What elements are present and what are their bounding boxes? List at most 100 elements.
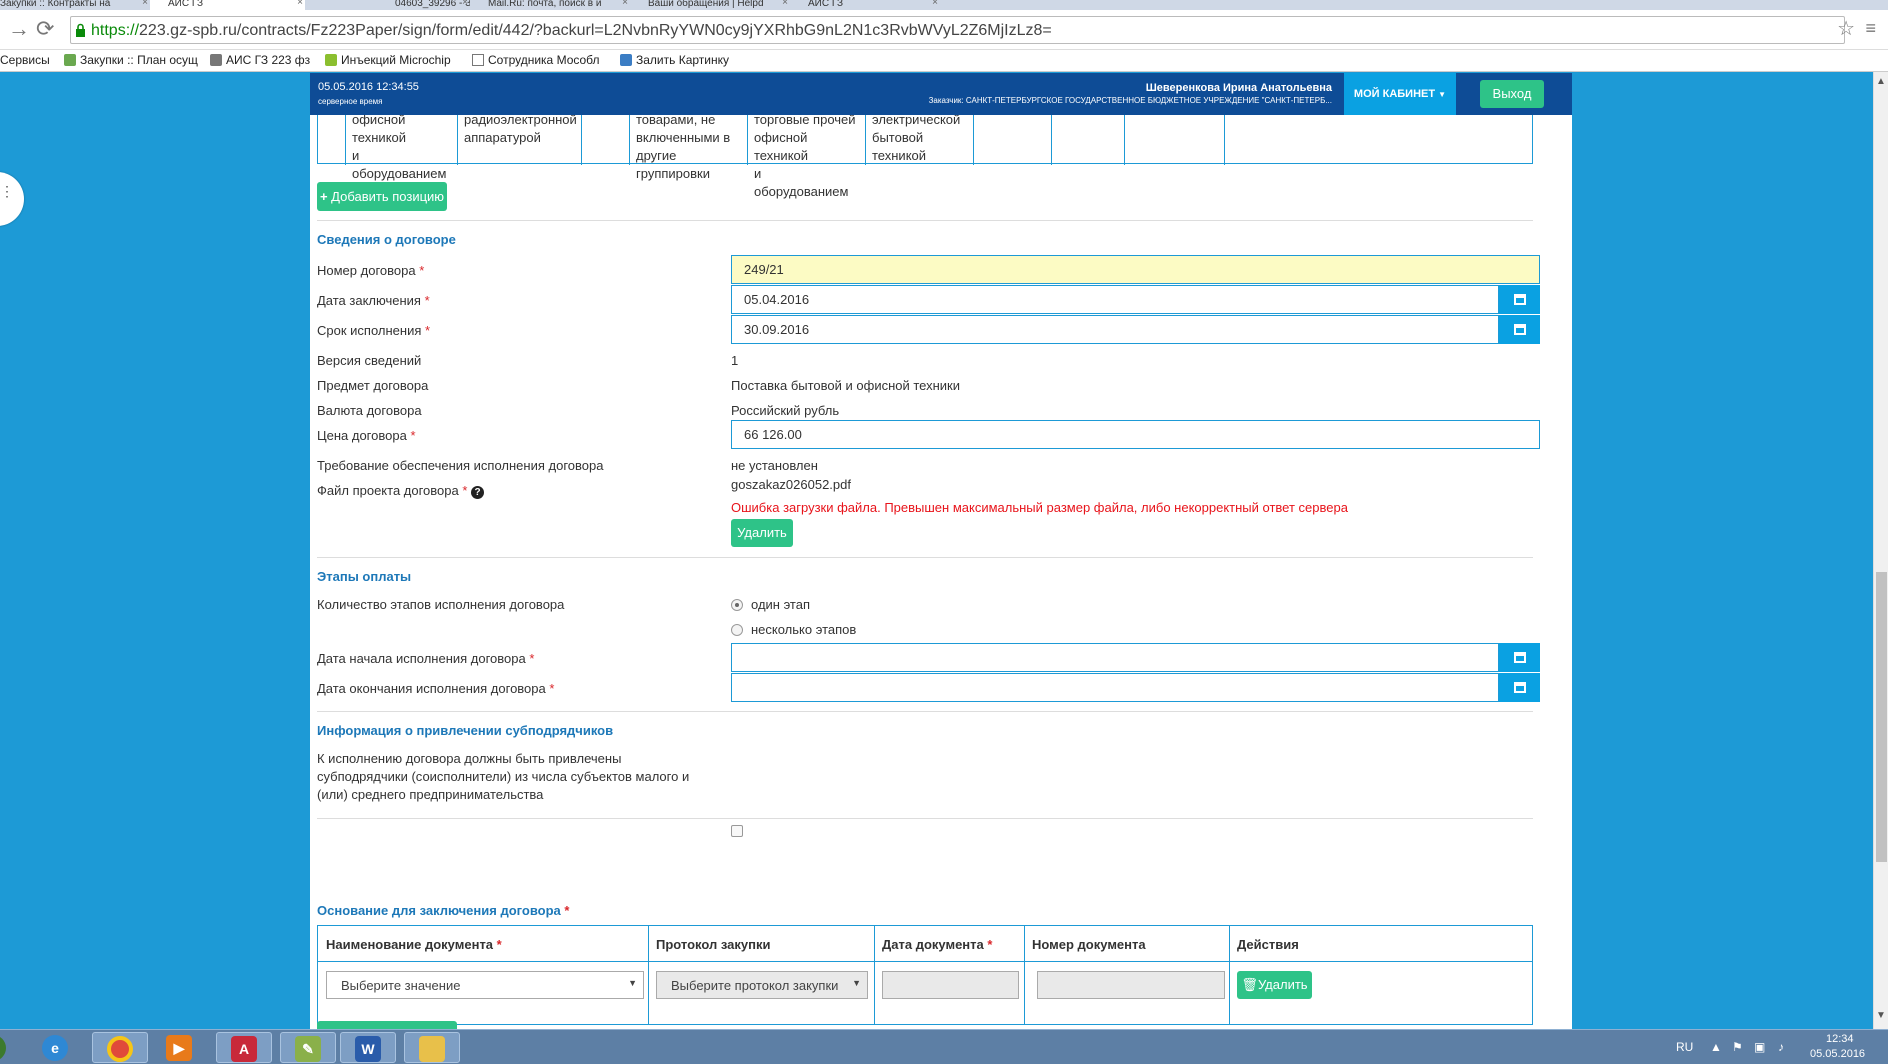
browser-tab[interactable]: Mail.Ru: почта, поиск в и × <box>470 0 630 10</box>
protocol-select[interactable]: Выберите протокол закупки ▼ <box>656 971 868 999</box>
calendar-button[interactable] <box>1499 673 1540 702</box>
currency-label: Валюта договора <box>317 403 422 418</box>
bookmark-item[interactable]: Инъекций Microchip <box>325 53 451 67</box>
start-date-input[interactable] <box>731 643 1499 672</box>
calendar-button[interactable] <box>1499 643 1540 672</box>
help-icon[interactable]: ? <box>471 486 485 499</box>
browser-tab-bar: Закупки :: Контракты на × АИС ГЗ × 04603_3… <box>0 0 1888 10</box>
section-title-subcontractors: Информация о привлечении субподрядчиков <box>317 723 614 738</box>
document-number-input[interactable] <box>1037 971 1225 999</box>
taskbar-media[interactable]: ▶ <box>152 1032 208 1063</box>
flag-icon[interactable]: ⚑ <box>1732 1040 1743 1054</box>
browser-tab[interactable]: Закупки :: Контракты на × <box>0 0 150 10</box>
delete-row-button[interactable]: 🗑Удалить <box>1237 971 1312 999</box>
close-icon[interactable]: × <box>932 0 938 8</box>
bookmark-item[interactable]: Сервисы <box>0 53 50 67</box>
end-date-input[interactable] <box>731 673 1499 702</box>
close-icon[interactable]: × <box>782 0 788 8</box>
taskbar-chrome[interactable] <box>92 1032 148 1063</box>
windows-icon <box>0 1035 6 1061</box>
more-icon[interactable]: ⋮ <box>0 183 14 200</box>
document-date-input[interactable] <box>882 971 1019 999</box>
delete-file-button[interactable]: Удалить <box>731 519 793 547</box>
column-divider <box>648 926 649 1024</box>
header-divider <box>318 961 1532 962</box>
my-cabinet-label: МОЙ КАБИНЕТ <box>1353 88 1436 100</box>
caret-down-icon: ▼ <box>852 978 861 988</box>
add-position-button[interactable]: + Добавить позицию <box>317 182 447 211</box>
clock-date[interactable]: 05.05.2016 <box>1810 1048 1865 1060</box>
table-cell: торговые прочей офисной техникой и обору… <box>748 115 866 199</box>
close-icon[interactable]: × <box>622 0 628 8</box>
logout-button[interactable]: Выход <box>1480 80 1544 108</box>
execution-term-input[interactable]: 30.09.2016 <box>731 315 1499 344</box>
subcontractors-checkbox[interactable] <box>731 825 743 837</box>
page-scrollbar[interactable]: ▲ ▼ <box>1873 72 1888 1029</box>
tab-title: 04603_39296 - Заливка у <box>395 0 470 9</box>
taskbar-tool[interactable]: ✎ <box>280 1032 336 1063</box>
table-cell: радиоэлектронной аппаратурой <box>458 115 582 165</box>
add-basis-button[interactable] <box>317 1021 457 1029</box>
radio-one-stage[interactable] <box>731 599 743 611</box>
table-cell: электрической бытовой техникой <box>866 115 974 165</box>
server-time: 05.05.2016 12:34:55 <box>318 81 419 93</box>
conclusion-date-input[interactable]: 05.04.2016 <box>731 285 1499 314</box>
label-text: Цена договора <box>317 428 407 443</box>
browser-tab[interactable]: 04603_39296 - Заливка у× <box>310 0 470 10</box>
my-cabinet-button[interactable]: МОЙ КАБИНЕТ ▼ <box>1344 73 1456 115</box>
taskbar-word[interactable]: W <box>340 1032 396 1063</box>
lock-icon <box>76 23 85 37</box>
menu-icon[interactable]: ≡ <box>1865 18 1876 39</box>
column-header: Дата документа * <box>882 937 992 952</box>
required-mark: * <box>564 903 570 918</box>
taskbar-ie[interactable]: e <box>28 1032 84 1063</box>
close-icon[interactable]: × <box>142 0 148 8</box>
close-icon[interactable]: × <box>462 0 468 8</box>
browser-tab[interactable]: Ваши обращения | Helpd × <box>630 0 790 10</box>
bookmark-item[interactable]: Залить Картинку <box>620 53 729 67</box>
scroll-up-icon[interactable]: ▲ <box>1876 76 1886 87</box>
document-name-select[interactable]: Выберите значение ▼ <box>326 971 644 999</box>
contract-number-input[interactable]: 249/21 <box>731 255 1540 284</box>
label-text: Файл проекта договора <box>317 483 459 498</box>
volume-icon[interactable]: ♪ <box>1778 1040 1784 1054</box>
forward-arrow-icon[interactable]: → <box>8 18 30 40</box>
folder-icon <box>419 1036 445 1062</box>
calendar-button[interactable] <box>1499 315 1540 344</box>
scroll-thumb[interactable] <box>1876 572 1887 862</box>
taskbar-app[interactable]: A <box>216 1032 272 1063</box>
table-cell: офисной техникой и оборудованием <box>346 115 458 181</box>
network-icon[interactable]: ▣ <box>1754 1040 1765 1054</box>
bookmark-item[interactable]: Сотрудника Мособл <box>472 53 600 67</box>
calendar-button[interactable] <box>1499 285 1540 314</box>
clock-time[interactable]: 12:34 <box>1826 1033 1854 1045</box>
language-indicator[interactable]: RU <box>1676 1040 1693 1054</box>
start-button[interactable] <box>0 1032 8 1063</box>
file-name[interactable]: goszakaz026052.pdf <box>731 477 851 492</box>
file-label: Файл проекта договора * ? <box>317 483 485 499</box>
reload-icon[interactable]: ⟳ <box>36 18 54 40</box>
required-mark: * <box>529 651 535 666</box>
close-icon[interactable]: × <box>297 0 303 8</box>
url-path: 223.gz-spb.ru/contracts/Fz223Paper/sign/… <box>139 22 1052 39</box>
bookmark-item[interactable]: Закупки :: План осущ <box>64 53 198 67</box>
bookmark-item[interactable]: АИС ГЗ 223 фз <box>210 53 310 67</box>
bookmark-star-icon[interactable]: ☆ <box>1837 16 1855 41</box>
scroll-down-icon[interactable]: ▼ <box>1876 1010 1886 1021</box>
label-text: Дата начала исполнения договора <box>317 651 526 666</box>
price-input[interactable]: 66 126.00 <box>731 420 1540 449</box>
table-cell <box>1052 115 1125 165</box>
radio-several-stages[interactable] <box>731 624 743 636</box>
several-stages-label: несколько этапов <box>751 622 857 637</box>
browser-tab-active[interactable]: АИС ГЗ × <box>150 0 305 10</box>
label-text: Номер договора <box>317 263 416 278</box>
bookmark-label: АИС ГЗ 223 фз <box>226 53 311 67</box>
taskbar-explorer[interactable] <box>404 1032 460 1063</box>
contract-number-label: Номер договора * <box>317 263 424 278</box>
subcontractors-label-line2: субподрядчики (соисполнители) из числа с… <box>317 769 690 784</box>
column-header-text: Наименование документа <box>326 937 494 952</box>
label-text: Дата окончания исполнения договора <box>317 681 546 696</box>
tray-expand-icon[interactable]: ▲ <box>1710 1040 1722 1054</box>
browser-tab[interactable]: АИС ГЗ × <box>790 0 940 10</box>
url-input[interactable]: https://223.gz-spb.ru/contracts/Fz223Pap… <box>70 16 1845 44</box>
